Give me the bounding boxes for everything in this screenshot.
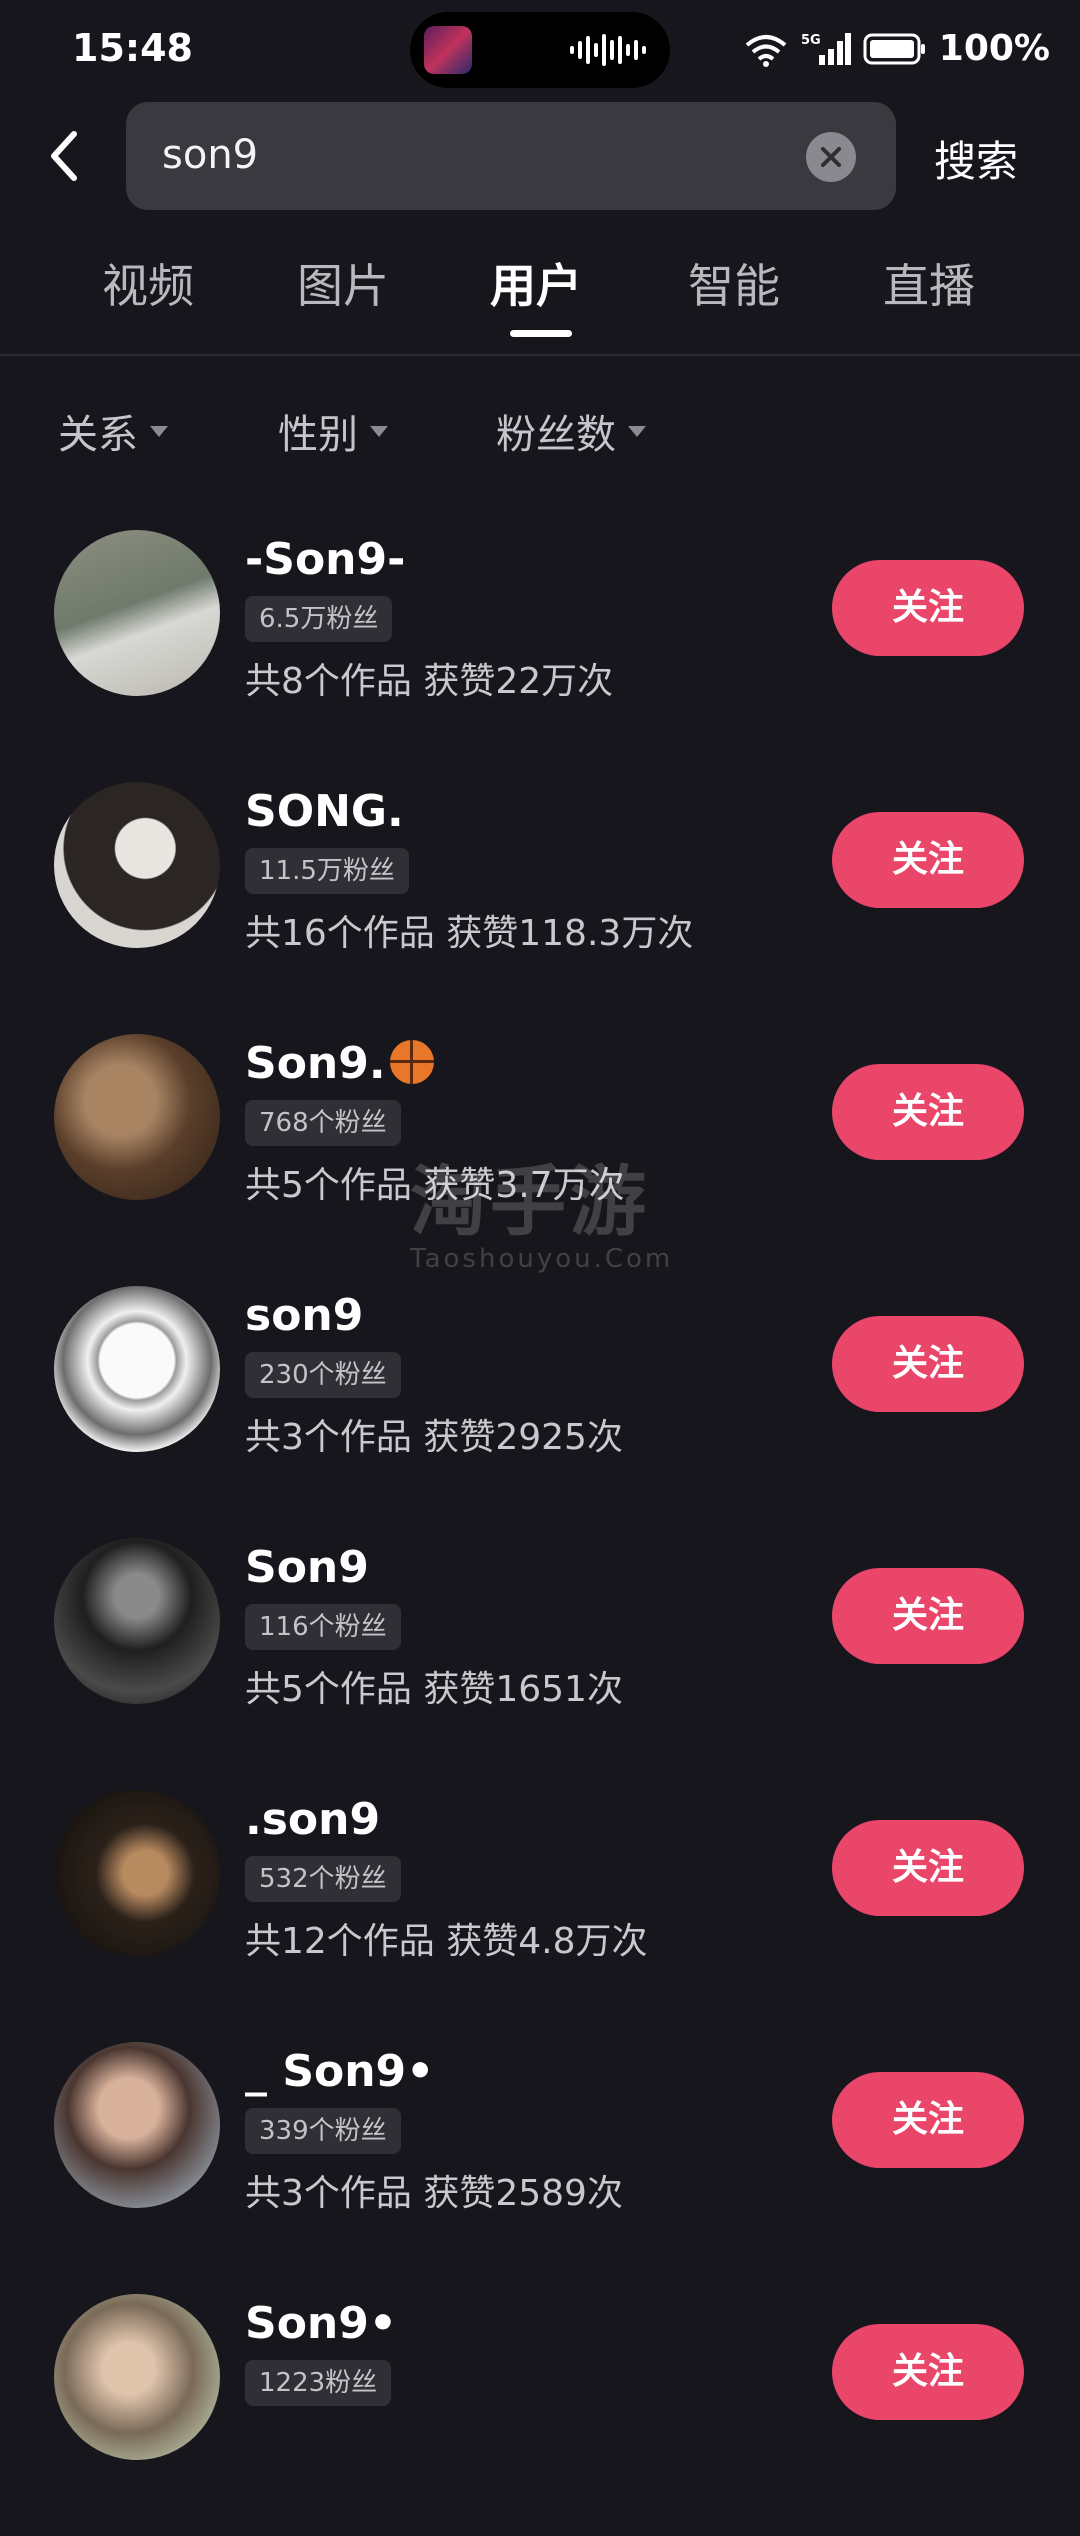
avatar[interactable] xyxy=(54,1286,220,1452)
user-name: son9 xyxy=(245,1290,364,1341)
fans-count-badge: 11.5万粉丝 xyxy=(245,848,409,894)
fans-count-badge: 532个粉丝 xyxy=(245,1856,401,1902)
avatar[interactable] xyxy=(54,782,220,948)
user-stats: 共16个作品 获赞118.3万次 xyxy=(245,913,694,954)
audio-wave-icon xyxy=(570,34,646,66)
network-type-label: 5G xyxy=(801,33,821,48)
watermark: 淘手游 Taoshouyou.Com xyxy=(410,1140,670,1274)
user-name: SONG. xyxy=(245,786,404,837)
status-bar: 15:48 5G 100% xyxy=(0,0,1080,100)
follow-button[interactable]: 关注 xyxy=(832,1568,1024,1664)
follow-button[interactable]: 关注 xyxy=(832,2324,1024,2420)
clear-search-button[interactable] xyxy=(806,132,856,182)
active-tab-indicator xyxy=(510,330,572,337)
user-name: -Son9- xyxy=(245,534,406,585)
user-list-item[interactable]: Son9 116个粉丝 共5个作品 获赞1651次 关注 xyxy=(0,1528,1080,1780)
user-name: Son9• xyxy=(245,2298,397,2349)
tab-images[interactable]: 图片 xyxy=(297,250,389,316)
filter-relationship[interactable]: 关系 xyxy=(58,402,168,460)
filter-follower-count[interactable]: 粉丝数 xyxy=(496,402,646,460)
watermark-subtitle: Taoshouyou.Com xyxy=(410,1244,674,1274)
wifi-icon xyxy=(745,34,787,67)
user-stats: 共3个作品 获赞2589次 xyxy=(245,2173,623,2214)
search-submit-button[interactable]: 搜索 xyxy=(934,128,1018,189)
avatar[interactable] xyxy=(54,1538,220,1704)
user-list-item[interactable]: son9 230个粉丝 共3个作品 获赞2925次 关注 xyxy=(0,1276,1080,1528)
back-button[interactable] xyxy=(38,118,94,194)
filter-gender[interactable]: 性别 xyxy=(278,402,388,460)
user-name: Son9 xyxy=(245,1542,369,1593)
tab-live[interactable]: 直播 xyxy=(883,250,975,316)
follow-button[interactable]: 关注 xyxy=(832,1064,1024,1160)
follow-button[interactable]: 关注 xyxy=(832,812,1024,908)
filter-label: 关系 xyxy=(58,412,138,458)
filter-label: 性别 xyxy=(278,412,358,458)
user-name: .son9 xyxy=(245,1794,381,1845)
user-name: _ Son9• xyxy=(245,2046,435,2097)
basketball-icon xyxy=(389,1040,434,1084)
follow-button[interactable]: 关注 xyxy=(832,1316,1024,1412)
dynamic-island[interactable] xyxy=(410,12,670,88)
fans-count-badge: 230个粉丝 xyxy=(245,1352,401,1398)
avatar[interactable] xyxy=(54,2294,220,2460)
follow-button[interactable]: 关注 xyxy=(832,2072,1024,2168)
tab-users[interactable]: 用户 xyxy=(490,250,582,316)
follow-button[interactable]: 关注 xyxy=(832,560,1024,656)
watermark-title: 淘手游 xyxy=(410,1157,650,1246)
battery-icon xyxy=(863,33,925,64)
search-input[interactable]: son9 xyxy=(126,102,896,210)
user-list-item[interactable]: SONG. 11.5万粉丝 共16个作品 获赞118.3万次 关注 xyxy=(0,772,1080,1024)
fans-count-badge: 1223粉丝 xyxy=(245,2360,392,2406)
avatar[interactable] xyxy=(54,1790,220,1956)
tabs-divider xyxy=(0,354,1080,356)
media-thumbnail xyxy=(424,26,472,74)
fans-count-badge: 6.5万粉丝 xyxy=(245,596,393,642)
filter-label: 粉丝数 xyxy=(496,412,616,458)
avatar[interactable] xyxy=(54,1034,220,1200)
status-time: 15:48 xyxy=(72,26,193,70)
fans-count-badge: 116个粉丝 xyxy=(245,1604,401,1650)
result-type-tabs: 视频 图片 用户 智能 直播 xyxy=(0,250,1080,350)
user-stats: 共8个作品 获赞22万次 xyxy=(245,661,614,702)
fans-count-badge: 339个粉丝 xyxy=(245,2108,401,2154)
user-list-item[interactable]: -Son9- 6.5万粉丝 共8个作品 获赞22万次 关注 xyxy=(0,520,1080,772)
tab-video[interactable]: 视频 xyxy=(102,250,194,316)
tab-smart[interactable]: 智能 xyxy=(688,250,780,316)
close-icon xyxy=(821,147,841,167)
user-list-item[interactable]: _ Son9• 339个粉丝 共3个作品 获赞2589次 关注 xyxy=(0,2032,1080,2284)
battery-percentage: 100% xyxy=(938,28,1050,69)
follow-button[interactable]: 关注 xyxy=(832,1820,1024,1916)
user-stats: 共3个作品 获赞2925次 xyxy=(245,1417,623,1458)
user-stats: 共12个作品 获赞4.8万次 xyxy=(245,1921,648,1962)
search-query-text[interactable]: son9 xyxy=(162,132,258,178)
avatar[interactable] xyxy=(54,2042,220,2208)
user-list-item[interactable]: Son9• 1223粉丝 关注 xyxy=(0,2284,1080,2536)
avatar[interactable] xyxy=(54,530,220,696)
user-name: Son9. xyxy=(245,1038,434,1089)
fans-count-badge: 768个粉丝 xyxy=(245,1100,401,1146)
caret-down-icon xyxy=(370,425,388,437)
caret-down-icon xyxy=(150,425,168,437)
cellular-signal-icon: 5G xyxy=(801,32,851,65)
chevron-left-icon xyxy=(51,131,77,181)
user-list-item[interactable]: .son9 532个粉丝 共12个作品 获赞4.8万次 关注 xyxy=(0,1780,1080,2032)
user-name-text: Son9. xyxy=(245,1038,386,1089)
caret-down-icon xyxy=(628,425,646,437)
user-stats: 共5个作品 获赞1651次 xyxy=(245,1669,623,1710)
